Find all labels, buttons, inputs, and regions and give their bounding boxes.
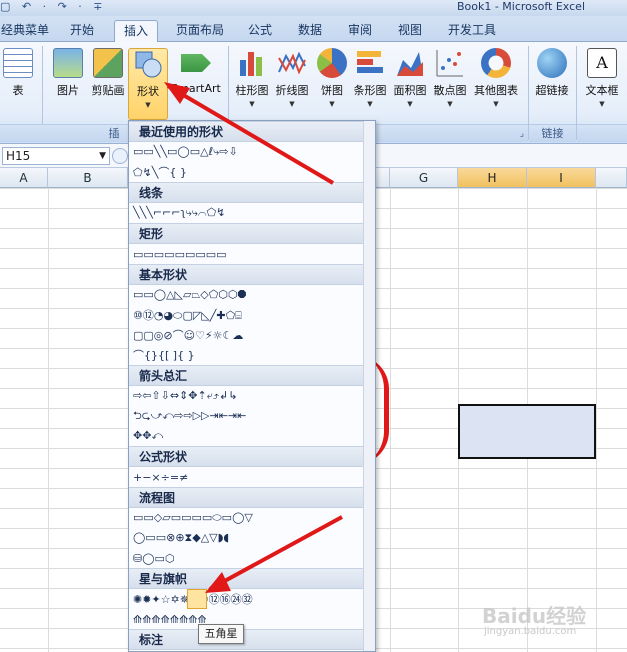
picture-icon [53, 48, 83, 78]
shape-row[interactable]: ✺✹✦☆✡✵⑧⑩⑫⑯㉔㉜ [129, 589, 375, 609]
tab-formulas[interactable]: 公式 [240, 20, 280, 42]
window-title: Book1 - Microsoft Excel [456, 0, 585, 13]
section-rectangles: 矩形 [129, 223, 375, 244]
column-header-a[interactable]: A [0, 168, 48, 188]
table-button[interactable]: 表 [0, 48, 38, 98]
line-chart-icon [277, 48, 307, 78]
chevron-down-icon[interactable]: ▼ [99, 148, 106, 164]
smartart-icon [181, 54, 211, 72]
bar-chart-button[interactable]: 条形图 ▼ [350, 48, 390, 108]
donut-chart-icon [481, 48, 511, 78]
column-header-h[interactable]: H [458, 168, 527, 188]
column-header-f[interactable] [376, 168, 390, 188]
formula-circle-icon[interactable] [112, 148, 128, 164]
shape-row[interactable]: ▭▭╲╲▭◯▭△ℓ⤷⇨⇩ [129, 142, 375, 162]
shape-row[interactable]: ▭▭◯△◺▱⏢◇⬠⬡⬡⯃ [129, 285, 375, 305]
clipart-icon [93, 48, 123, 78]
section-basic-shapes: 基本形状 [129, 264, 375, 285]
section-stars-banners: 星与旗帜 [129, 568, 375, 589]
group-label-links: 链接 [529, 124, 576, 142]
shape-row[interactable]: ⌒{}{[ ]{ } [129, 345, 375, 365]
tab-data[interactable]: 数据 [290, 20, 330, 42]
scatter-chart-icon [435, 48, 465, 78]
area-chart-button[interactable]: 面积图 ▼ [390, 48, 430, 108]
shape-row[interactable]: ▭▭▭▭▭▭▭▭▭ [129, 244, 375, 264]
other-charts-button[interactable]: 其他图表 ▼ [472, 48, 520, 108]
textbox-button[interactable]: A 文本框 ▼ [582, 48, 622, 108]
shape-row[interactable]: ⇨⇦⇧⇩⇔⇕✥⇡⤶⤴↲↳ [129, 386, 375, 406]
shapes-icon [133, 49, 163, 79]
section-callouts: 标注 [129, 629, 375, 650]
gallery-scrollbar[interactable] [363, 121, 375, 651]
column-header-j[interactable] [596, 168, 627, 188]
column-chart-button[interactable]: 柱形图 ▼ [232, 48, 272, 108]
shape-row[interactable]: ⑩⑫◔◕⬭▢◸◺╱✚⬠⌸ [129, 305, 375, 325]
pie-chart-icon [317, 48, 347, 78]
picture-button[interactable]: 图片 [48, 48, 88, 98]
area-chart-icon [395, 48, 425, 78]
column-header-g[interactable]: G [390, 168, 458, 188]
title-bar: ▢ ↶ · ↷ · ∓ Book1 - Microsoft Excel [0, 0, 627, 16]
table-icon [3, 48, 33, 78]
shape-row[interactable]: ◯▭▭⊗⊕⧗◆△▽◗◖ [129, 528, 375, 548]
tab-insert[interactable]: 插入 [114, 20, 158, 42]
column-header-b[interactable]: B [48, 168, 128, 188]
tab-review[interactable]: 审阅 [340, 20, 380, 42]
shape-row[interactable]: ▢▢◎⊘⌒☺♡⚡☼☾☁ [129, 325, 375, 345]
name-box[interactable]: H15 ▼ [2, 147, 110, 165]
tab-page-layout[interactable]: 页面布局 [170, 20, 230, 42]
shape-row[interactable]: ▭▭◇▱▭▭▭▭⬭▭◯▽ [129, 508, 375, 528]
tab-view[interactable]: 视图 [390, 20, 430, 42]
five-point-star-shape-highlight[interactable] [187, 589, 207, 609]
tab-classic-menu[interactable]: 经典菜单 [0, 20, 50, 42]
quick-access-toolbar[interactable]: ▢ ↶ · ↷ · ∓ [0, 0, 107, 13]
section-lines: 线条 [129, 182, 375, 203]
baidu-watermark-url: jingyan.baidu.com [484, 626, 577, 637]
section-block-arrows: 箭头总汇 [129, 365, 375, 386]
globe-icon [537, 48, 567, 78]
bar-chart-icon [355, 48, 385, 78]
ribbon-tabs: 经典菜单 开始 插入 页面布局 公式 数据 审阅 视图 开发工具 [0, 16, 627, 42]
shape-tooltip: 五角星 [198, 624, 244, 644]
shape-row[interactable]: ✥✥⤺ [129, 426, 375, 446]
section-equation-shapes: 公式形状 [129, 446, 375, 467]
section-flowchart: 流程图 [129, 487, 375, 508]
group-label-text [577, 124, 627, 142]
shape-row[interactable]: ⟰⟰⟰⟰⟰⟰⟰⟰ [129, 609, 375, 629]
column-header-i[interactable]: I [527, 168, 596, 188]
section-recent-shapes: 最近使用的形状 [129, 121, 375, 142]
shape-row[interactable]: +−×÷=≠ [129, 467, 375, 487]
clipart-button[interactable]: 剪贴画 [88, 48, 128, 98]
chevron-down-icon: ▼ [145, 101, 151, 109]
smartart-button[interactable]: SmartArt [170, 48, 222, 95]
baidu-watermark-logo: Baidu经验 [482, 604, 587, 628]
shape-row[interactable]: ⛁◯▭⬡ [129, 548, 375, 568]
selected-cell-range[interactable] [458, 404, 596, 459]
pie-chart-button[interactable]: 饼图 ▼ [312, 48, 352, 108]
tab-home[interactable]: 开始 [62, 20, 102, 42]
shape-row[interactable]: ⬠↯╲⌒{ } [129, 162, 375, 182]
shape-row[interactable]: ╲╲╲⌐⌐⌐ʅ⤷⤷⌒⬠↯ [129, 203, 375, 223]
shapes-gallery: 最近使用的形状 ▭▭╲╲▭◯▭△ℓ⤷⇨⇩ ⬠↯╲⌒{ } 线条 ╲╲╲⌐⌐⌐ʅ⤷… [128, 120, 376, 652]
shapes-button[interactable]: 形状 ▼ [128, 48, 168, 120]
scatter-chart-button[interactable]: 散点图 ▼ [430, 48, 470, 108]
tab-developer[interactable]: 开发工具 [440, 20, 504, 42]
hyperlink-button[interactable]: 超链接 [532, 48, 572, 98]
column-chart-icon [237, 48, 267, 78]
line-chart-button[interactable]: 折线图 ▼ [272, 48, 312, 108]
shape-row[interactable]: ⮌⮎⤻⤺⇨⇨▷▷⇥⇤⇥⇤ [129, 406, 375, 426]
textbox-icon: A [587, 48, 617, 78]
